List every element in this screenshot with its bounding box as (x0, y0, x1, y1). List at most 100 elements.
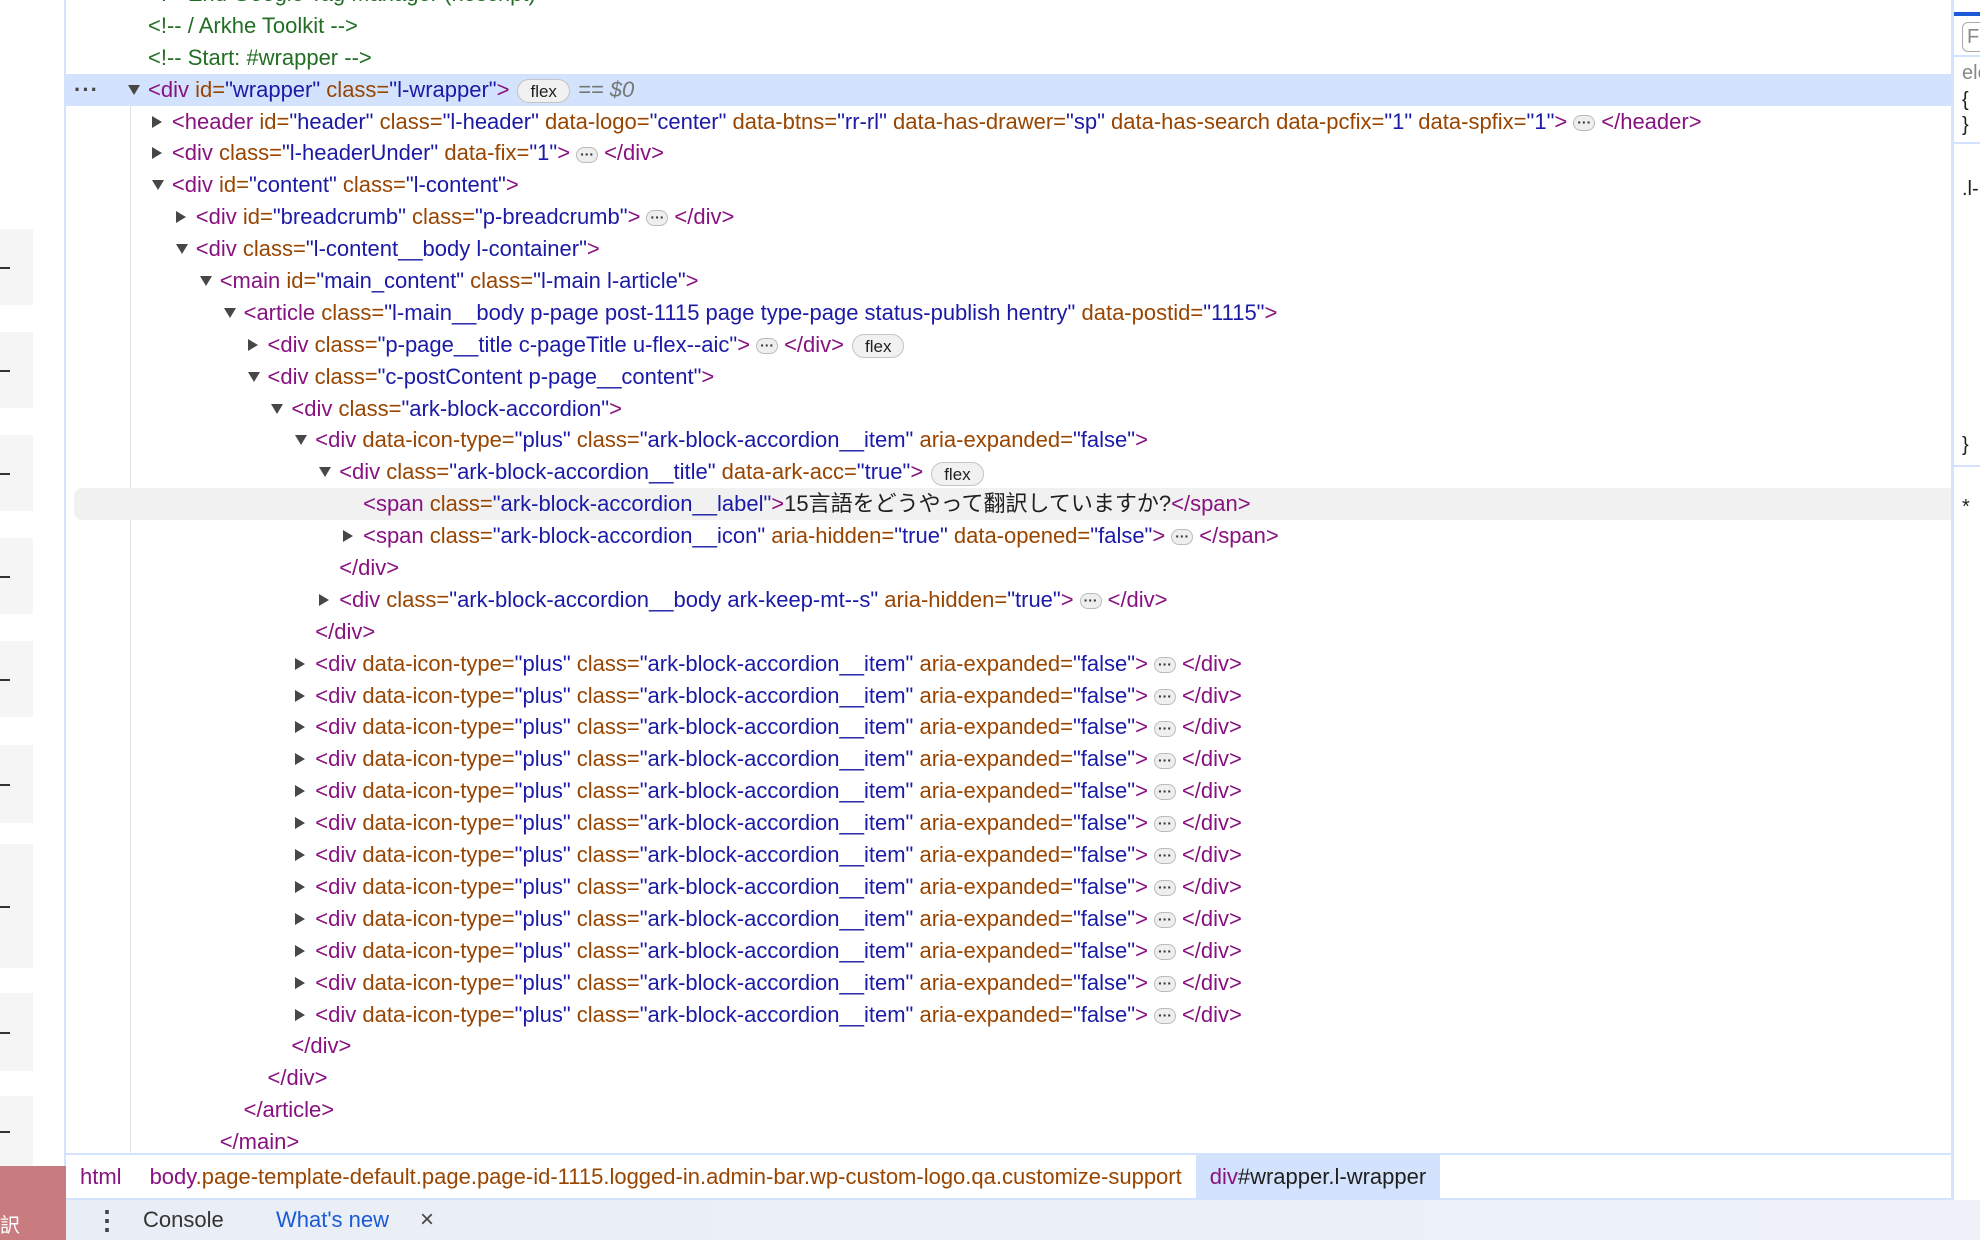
ellipsis-button[interactable]: ··· (1079, 593, 1102, 610)
dom-tree-row[interactable]: <div class="l-content__body l-container"… (66, 233, 1951, 265)
dom-tree-row[interactable]: </article> (66, 1094, 1951, 1126)
dom-tree-row[interactable]: <div id="breadcrumb" class="p-breadcrumb… (66, 201, 1951, 233)
flex-badge[interactable]: flex (931, 461, 984, 486)
breadcrumb-item[interactable]: body.page-template-default.page.page-id-… (136, 1155, 1196, 1198)
close-tab-icon[interactable]: × (420, 1200, 434, 1240)
expand-arrow-icon[interactable] (295, 849, 306, 862)
tab-console[interactable]: Console (143, 1200, 224, 1240)
dom-tree-row[interactable]: </main> (66, 1126, 1951, 1153)
dom-tree-row[interactable]: <div data-icon-type="plus" class="ark-bl… (66, 743, 1951, 775)
dom-tree-row[interactable]: <div data-icon-type="plus" class="ark-bl… (66, 775, 1951, 807)
breadcrumb-item[interactable]: html (66, 1155, 136, 1198)
ellipsis-button[interactable]: ··· (1153, 880, 1176, 897)
flex-badge[interactable]: flex (852, 333, 905, 358)
collapse-arrow-icon[interactable] (151, 180, 164, 191)
breadcrumb-item[interactable]: div#wrapper.l-wrapper (1195, 1155, 1441, 1198)
expand-arrow-icon[interactable] (295, 721, 306, 734)
dom-tree-row[interactable]: <div data-icon-type="plus" class="ark-bl… (66, 999, 1951, 1031)
expand-arrow-icon[interactable] (295, 689, 306, 702)
universal-selector[interactable]: * (1962, 496, 1970, 519)
dom-tree-row[interactable]: <div class="c-postContent p-page__conten… (66, 361, 1951, 393)
dom-tree-row[interactable]: <div class="p-page__title c-pageTitle u-… (66, 329, 1951, 361)
expand-arrow-icon[interactable] (343, 530, 354, 543)
ellipsis-button[interactable]: ··· (1153, 943, 1176, 960)
ellipsis-button[interactable]: ··· (1153, 1007, 1176, 1024)
style-rule-selector[interactable]: .l- (1962, 178, 1979, 201)
ellipsis-button[interactable]: ··· (1573, 114, 1596, 131)
styles-filter-input[interactable]: F (1962, 22, 1980, 52)
dom-tree-row[interactable]: <!-- End Google Tag Manager (noscript) -… (66, 0, 1951, 10)
dom-tree-row[interactable]: </div> (66, 552, 1951, 584)
ellipsis-button[interactable]: ··· (1153, 784, 1176, 801)
dom-tree-row[interactable]: <main id="main_content" class="l-main l-… (66, 265, 1951, 297)
ellipsis-button[interactable]: ··· (1153, 848, 1176, 865)
dom-tree-row[interactable]: <div data-icon-type="plus" class="ark-bl… (66, 839, 1951, 871)
collapse-arrow-icon[interactable] (271, 403, 284, 414)
attr-name-token: data-icon-type= (356, 714, 515, 740)
ellipsis-button[interactable]: ··· (756, 337, 779, 354)
dom-tree-row[interactable]: </div> (66, 616, 1951, 648)
expand-arrow-icon[interactable] (247, 338, 258, 351)
expand-arrow-icon[interactable] (295, 785, 306, 798)
dom-tree-row[interactable]: <div class="l-headerUnder" data-fix="1">… (66, 137, 1951, 169)
ellipsis-button[interactable]: ··· (1153, 912, 1176, 929)
attr-value-token: "false" (1072, 1001, 1136, 1027)
expand-arrow-icon[interactable] (295, 912, 306, 925)
expand-arrow-icon[interactable] (295, 880, 306, 893)
collapse-arrow-icon[interactable] (175, 244, 188, 255)
dom-tree-row[interactable]: <div data-icon-type="plus" class="ark-bl… (66, 871, 1951, 903)
dom-tree-row[interactable]: <div data-icon-type="plus" class="ark-bl… (66, 903, 1951, 935)
collapse-arrow-icon[interactable] (223, 307, 236, 318)
dom-tree-row[interactable]: <span class="ark-block-accordion__icon" … (66, 520, 1951, 552)
dom-tree-row[interactable]: ··· <div id="wrapper" class="l-wrapper"> f… (66, 73, 1951, 106)
dom-tree-row[interactable]: <div data-icon-type="plus" class="ark-bl… (66, 967, 1951, 999)
collapse-arrow-icon[interactable] (128, 84, 140, 95)
dom-tree-row[interactable]: <div data-icon-type="plus" class="ark-bl… (66, 680, 1951, 712)
elements-dom-tree[interactable]: <!-- End Google Tag Manager (noscript) -… (66, 0, 1951, 1153)
dom-tree-row[interactable]: <header id="header" class="l-header" dat… (66, 106, 1951, 138)
expand-arrow-icon[interactable] (295, 817, 306, 830)
drawer-menu-icon[interactable]: ⋮ (94, 1200, 120, 1240)
expand-arrow-icon[interactable] (151, 115, 162, 128)
dom-tree-row[interactable]: <span class="ark-block-accordion__label"… (66, 488, 1951, 521)
dom-tree-row[interactable]: <div data-icon-type="plus" class="ark-bl… (66, 648, 1951, 680)
ellipsis-button[interactable]: ··· (576, 146, 599, 163)
tag-token: > (1554, 108, 1568, 134)
dom-tree-row[interactable]: <div id="content" class="l-content"> (66, 169, 1951, 201)
ellipsis-button[interactable]: ··· (1153, 720, 1176, 737)
dom-tree-row[interactable]: <div class="ark-block-accordion__title" … (66, 456, 1951, 488)
tab-whats-new[interactable]: What's new (276, 1200, 389, 1240)
dom-tree-row[interactable]: <div data-icon-type="plus" class="ark-bl… (66, 424, 1951, 456)
dom-tree-row[interactable]: <div data-icon-type="plus" class="ark-bl… (66, 711, 1951, 743)
expand-arrow-icon[interactable] (295, 1008, 306, 1021)
expand-arrow-icon[interactable] (295, 976, 306, 989)
expand-arrow-icon[interactable] (295, 944, 306, 957)
collapse-arrow-icon[interactable] (319, 467, 332, 478)
expand-arrow-icon[interactable] (319, 593, 330, 606)
ellipsis-button[interactable]: ··· (1153, 752, 1176, 769)
dom-tree-row[interactable]: <div data-icon-type="plus" class="ark-bl… (66, 807, 1951, 839)
dom-tree-row[interactable]: <div class="ark-block-accordion"> (66, 393, 1951, 425)
collapse-arrow-icon[interactable] (199, 276, 212, 287)
expand-arrow-icon[interactable] (295, 753, 306, 766)
expand-arrow-icon[interactable] (175, 211, 186, 224)
row-menu-icon[interactable]: ··· (74, 74, 99, 106)
dom-tree-row[interactable]: <div data-icon-type="plus" class="ark-bl… (66, 935, 1951, 967)
ellipsis-button[interactable]: ··· (1153, 656, 1176, 673)
dom-tree-row[interactable]: </div> (66, 1030, 1951, 1062)
ellipsis-button[interactable]: ··· (1153, 975, 1176, 992)
dom-tree-row[interactable]: </div> (66, 1062, 1951, 1094)
ellipsis-button[interactable]: ··· (646, 210, 669, 227)
expand-arrow-icon[interactable] (295, 657, 306, 670)
dom-tree-row[interactable]: <!-- Start: #wrapper --> (66, 42, 1951, 74)
dom-tree-row[interactable]: <article class="l-main__body p-page post… (66, 297, 1951, 329)
collapse-arrow-icon[interactable] (247, 371, 260, 382)
flex-badge[interactable]: flex (517, 78, 570, 103)
ellipsis-button[interactable]: ··· (1153, 816, 1176, 833)
collapse-arrow-icon[interactable] (295, 435, 308, 446)
ellipsis-button[interactable]: ··· (1171, 529, 1194, 546)
expand-arrow-icon[interactable] (151, 147, 162, 160)
ellipsis-button[interactable]: ··· (1153, 688, 1176, 705)
dom-tree-row[interactable]: <div class="ark-block-accordion__body ar… (66, 584, 1951, 616)
dom-tree-row[interactable]: <!-- / Arkhe Toolkit --> (66, 10, 1951, 42)
